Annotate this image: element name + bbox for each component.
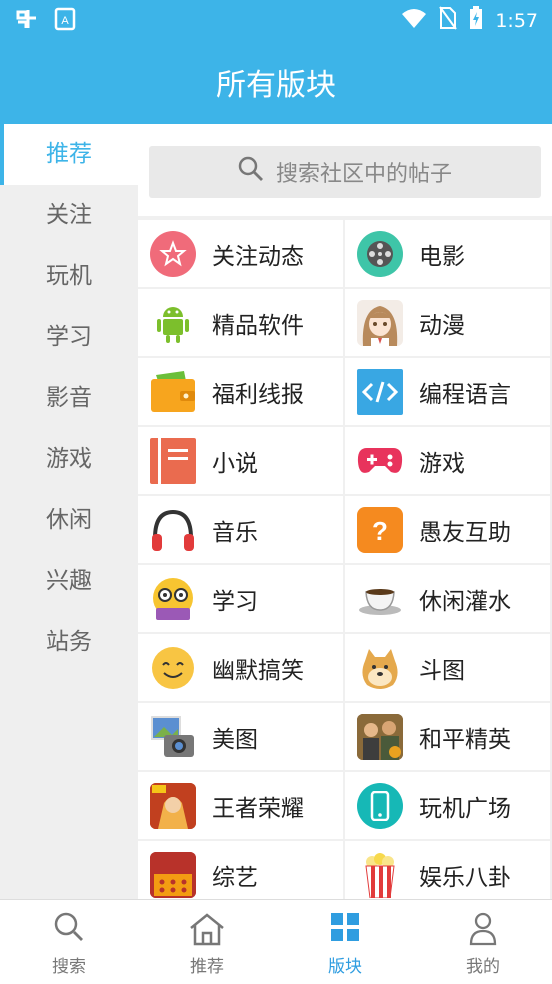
sidebar-item-games[interactable]: 游戏 [0,429,138,490]
board-label: 玩机广场 [419,795,511,822]
honor-of-kings-icon [150,782,196,829]
sidebar-item-study[interactable]: 学习 [0,307,138,368]
sidebar-item-phone-play[interactable]: 玩机 [0,246,138,307]
tab-search[interactable]: 搜索 [0,900,138,984]
category-sidebar: 推荐 关注 玩机 学习 影音 游戏 休闲 兴趣 站务 [0,124,138,899]
no-sim-icon [439,6,458,35]
board-label: 动漫 [419,312,465,339]
anime-girl-icon [357,299,403,346]
popcorn-icon [357,851,403,898]
board-item[interactable]: 福利线报 [138,358,343,425]
page-title: 所有版块 [216,68,336,103]
board-item[interactable]: 美图 [138,703,343,770]
tab-label: 搜索 [52,957,86,977]
board-label: 综艺 [212,864,258,891]
board-item[interactable]: 动漫 [345,289,550,356]
wifi-icon [401,7,427,34]
board-item[interactable]: 音乐 [138,496,343,563]
board-item[interactable]: 学习 [138,565,343,632]
board-item[interactable]: 玩机广场 [345,772,550,839]
board-item[interactable]: 编程语言 [345,358,550,425]
bottom-tab-bar: 搜索 推荐 版块 我的 [0,899,552,984]
sidebar-item-media[interactable]: 影音 [0,368,138,429]
sidebar-item-interest[interactable]: 兴趣 [0,551,138,612]
status-bar: A 1:57 [0,0,552,40]
headphones-icon [150,506,196,553]
nerd-face-icon [150,575,196,622]
camera-photos-icon [150,713,196,760]
sidebar-item-follow[interactable]: 关注 [0,185,138,246]
coffee-cup-icon [357,575,403,622]
sidebar-item-leisure[interactable]: 休闲 [0,490,138,551]
board-item[interactable]: 王者荣耀 [138,772,343,839]
board-item[interactable]: ? 愚友互助 [345,496,550,563]
doge-icon [357,644,403,691]
search-icon [0,912,138,948]
board-item[interactable]: 精品软件 [138,289,343,356]
board-label: 福利线报 [212,381,304,408]
board-item[interactable]: 小说 [138,427,343,494]
board-label: 休闲灌水 [419,588,511,615]
book-icon [150,437,196,484]
board-item[interactable]: 和平精英 [345,703,550,770]
svg-text:A: A [61,15,69,27]
board-content: 搜索社区中的帖子 关注动态 电影 精品软件 动漫 福利线报 编程语言 小说 游戏… [138,124,552,908]
sidebar-item-recommend[interactable]: 推荐 [0,124,138,185]
user-icon [414,912,552,948]
board-label: 精品软件 [212,312,304,339]
search-input[interactable]: 搜索社区中的帖子 [149,146,541,198]
battery-charging-icon [469,6,483,35]
home-icon [138,912,276,948]
board-label: 关注动态 [212,243,304,270]
board-label: 愚友互助 [419,519,511,546]
app-notification-icon [14,6,40,36]
question-icon: ? [357,506,403,553]
tab-recommend[interactable]: 推荐 [138,900,276,984]
search-placeholder: 搜索社区中的帖子 [275,162,452,187]
wallet-icon [150,368,196,415]
font-notification-icon: A [54,7,76,35]
board-item[interactable]: 斗图 [345,634,550,701]
board-item[interactable]: 幽默搞笑 [138,634,343,701]
board-label: 编程语言 [419,381,511,408]
theater-icon [150,851,196,898]
gamepad-icon [357,437,403,484]
board-label: 娱乐八卦 [419,864,511,891]
board-label: 和平精英 [419,726,511,753]
tab-boards[interactable]: 版块 [276,900,414,984]
board-label: 电影 [419,243,465,270]
code-icon [357,368,403,415]
star-circle-icon [150,230,196,277]
clock-text: 1:57 [495,9,538,32]
tab-label: 版块 [328,957,362,977]
svg-text:?: ? [372,516,388,546]
search-icon [238,156,264,188]
tab-label: 我的 [466,957,500,977]
board-label: 幽默搞笑 [212,657,304,684]
android-icon [150,299,196,346]
grid-icon [276,912,414,948]
board-label: 学习 [212,588,258,615]
board-item[interactable]: 综艺 [138,841,343,908]
board-label: 小说 [212,450,258,477]
board-label: 游戏 [419,450,465,477]
board-item[interactable]: 电影 [345,220,550,287]
board-item[interactable]: 娱乐八卦 [345,841,550,908]
board-label: 美图 [212,726,258,753]
title-bar: 所有版块 [0,40,552,124]
tab-me[interactable]: 我的 [414,900,552,984]
board-label: 斗图 [419,657,465,684]
board-item[interactable]: 关注动态 [138,220,343,287]
board-item[interactable]: 休闲灌水 [345,565,550,632]
search-area: 搜索社区中的帖子 [138,124,552,216]
board-label: 王者荣耀 [212,795,304,822]
tab-label: 推荐 [190,957,224,977]
film-reel-icon [357,230,403,277]
board-item[interactable]: 游戏 [345,427,550,494]
pubg-game-icon [357,713,403,760]
smile-face-icon [150,644,196,691]
sidebar-item-site-affairs[interactable]: 站务 [0,612,138,673]
board-label: 音乐 [212,519,258,546]
phone-icon [357,782,403,829]
